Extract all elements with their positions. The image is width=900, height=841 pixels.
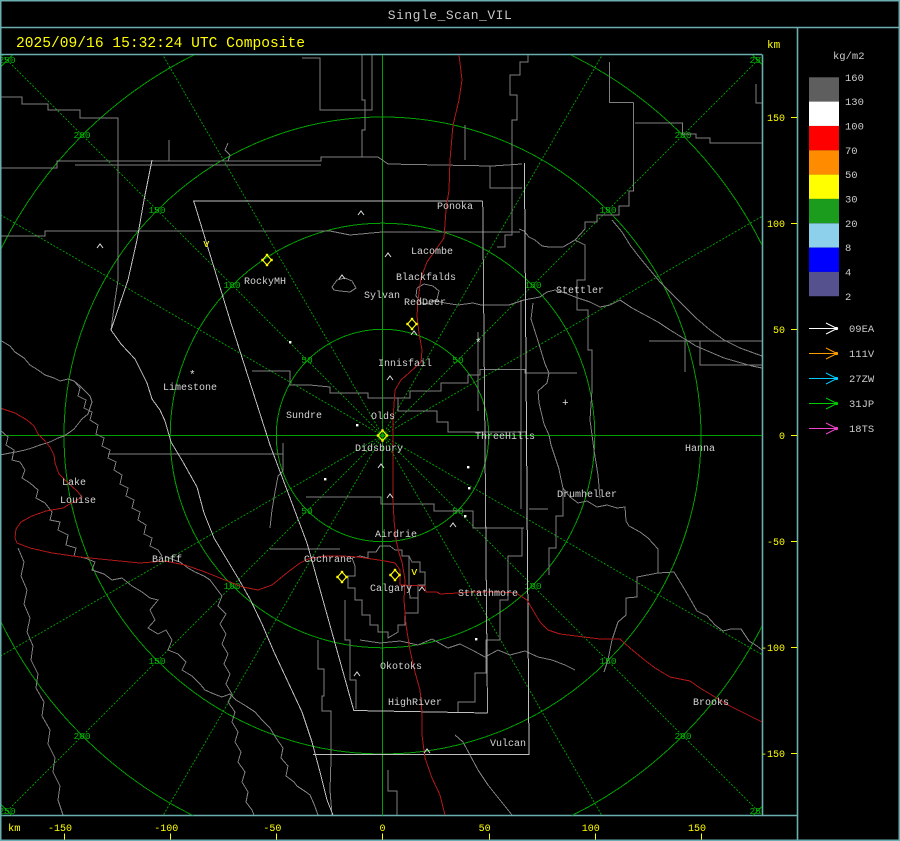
svg-text:Limestone: Limestone <box>163 382 217 394</box>
svg-text:100: 100 <box>845 122 864 134</box>
svg-text:Drumheller: Drumheller <box>557 489 617 501</box>
svg-text:Cochrane: Cochrane <box>304 554 352 566</box>
svg-text:Airdrie: Airdrie <box>375 529 417 541</box>
svg-text:Hanna: Hanna <box>685 444 715 455</box>
svg-text:Innisfail: Innisfail <box>378 358 432 370</box>
svg-text:HighRiver: HighRiver <box>388 697 442 709</box>
svg-text:*: * <box>189 370 196 382</box>
svg-text:Sundre: Sundre <box>286 410 322 422</box>
svg-text:200: 200 <box>674 130 691 141</box>
svg-text:Calgary: Calgary <box>370 583 412 595</box>
svg-text:Lacombe: Lacombe <box>411 246 453 258</box>
svg-text:200: 200 <box>674 731 691 742</box>
svg-text:Stettler: Stettler <box>556 285 604 297</box>
svg-text:150: 150 <box>767 114 785 125</box>
svg-text:0: 0 <box>779 432 785 443</box>
svg-text:Didsbury: Didsbury <box>355 443 403 455</box>
svg-text:v: v <box>411 567 418 579</box>
svg-text:130: 130 <box>845 97 864 109</box>
svg-text:50: 50 <box>301 355 313 366</box>
svg-text:100: 100 <box>524 581 541 592</box>
svg-text:+: + <box>562 398 569 410</box>
svg-text:Single_Scan_VIL: Single_Scan_VIL <box>388 8 513 23</box>
svg-text:Banff: Banff <box>152 554 182 566</box>
svg-text:Strathmore: Strathmore <box>458 588 518 600</box>
svg-text:kg/m2: kg/m2 <box>833 51 865 63</box>
svg-text:50: 50 <box>301 506 313 517</box>
svg-text:v: v <box>203 239 210 251</box>
svg-text:-100: -100 <box>761 644 785 655</box>
svg-text:100: 100 <box>223 280 240 291</box>
svg-text:-100: -100 <box>154 824 178 835</box>
svg-text:Louise: Louise <box>60 495 96 507</box>
svg-text:RockyMH: RockyMH <box>244 276 286 288</box>
svg-text:km: km <box>8 823 21 835</box>
svg-text:Vulcan: Vulcan <box>490 738 526 750</box>
svg-text:111V: 111V <box>849 349 875 361</box>
svg-text:-150: -150 <box>761 750 785 761</box>
svg-text:2025/09/16 15:32:24 UTC Compos: 2025/09/16 15:32:24 UTC Composite <box>16 36 305 52</box>
svg-text:09EA: 09EA <box>849 324 875 336</box>
svg-text:20: 20 <box>845 219 858 231</box>
svg-text:Sylvan: Sylvan <box>364 290 400 302</box>
svg-text:100: 100 <box>582 824 600 835</box>
svg-text:150: 150 <box>148 205 165 216</box>
svg-text:250: 250 <box>0 806 16 817</box>
svg-text:Blackfalds: Blackfalds <box>396 272 456 284</box>
svg-text:200: 200 <box>73 130 90 141</box>
svg-text:100: 100 <box>524 280 541 291</box>
svg-text:18TS: 18TS <box>849 424 874 436</box>
svg-text:50: 50 <box>845 170 858 182</box>
svg-text:Lake: Lake <box>62 477 86 489</box>
svg-text:150: 150 <box>688 824 706 835</box>
svg-text:70: 70 <box>845 146 858 158</box>
svg-text:-50: -50 <box>767 538 785 549</box>
svg-text:km: km <box>767 40 781 52</box>
svg-text:Okotoks: Okotoks <box>380 661 422 673</box>
svg-text:2: 2 <box>845 292 851 304</box>
svg-text:8: 8 <box>845 243 851 255</box>
svg-text:50: 50 <box>479 824 491 835</box>
svg-text:27ZW: 27ZW <box>849 374 875 386</box>
svg-text:Olds: Olds <box>371 411 395 423</box>
svg-text:150: 150 <box>599 205 616 216</box>
svg-text:150: 150 <box>148 656 165 667</box>
svg-text:250: 250 <box>0 55 16 66</box>
svg-text:RedDeer: RedDeer <box>404 297 446 309</box>
svg-text:4: 4 <box>845 267 851 279</box>
svg-text:30: 30 <box>845 194 858 206</box>
svg-text:200: 200 <box>73 731 90 742</box>
svg-text:100: 100 <box>767 220 785 231</box>
svg-text:31JP: 31JP <box>849 399 874 411</box>
svg-text:0: 0 <box>379 824 385 835</box>
svg-text:160: 160 <box>845 73 864 85</box>
svg-text:-150: -150 <box>48 824 72 835</box>
svg-text:50: 50 <box>452 355 464 366</box>
svg-text:Brooks: Brooks <box>693 697 729 709</box>
svg-text:*: * <box>475 338 482 350</box>
svg-text:-50: -50 <box>263 824 281 835</box>
svg-text:ThreeHills: ThreeHills <box>475 431 535 443</box>
svg-text:Ponoka: Ponoka <box>437 201 473 213</box>
svg-text:50: 50 <box>773 326 785 337</box>
